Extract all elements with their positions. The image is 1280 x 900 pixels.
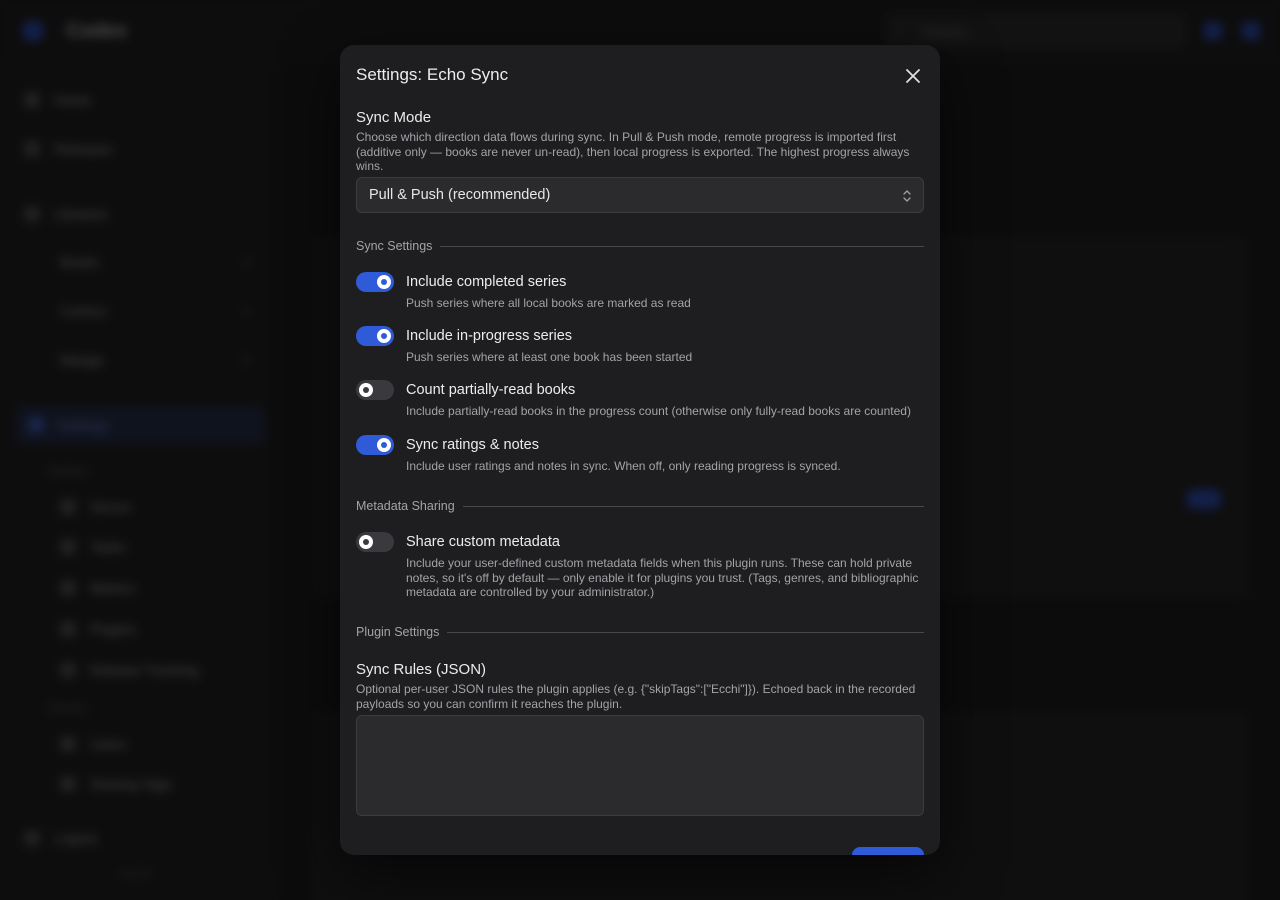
sync-rules-description: Optional per-user JSON rules the plugin …: [356, 682, 916, 711]
close-button[interactable]: [902, 65, 924, 87]
count-partially-read-toggle[interactable]: [356, 380, 394, 400]
share-custom-metadata-label: Share custom metadata: [406, 534, 560, 550]
sync-settings-divider: Sync Settings: [356, 239, 924, 253]
sync-ratings-notes-toggle[interactable]: [356, 435, 394, 455]
sync-rules-label: Sync Rules (JSON): [356, 661, 487, 678]
include-completed-toggle[interactable]: [356, 272, 394, 292]
sync-mode-description: Choose which direction data flows during…: [356, 130, 910, 173]
include-completed-label: Include completed series: [406, 274, 567, 290]
toggle-knob: [359, 383, 373, 397]
toggle-knob: [377, 438, 391, 452]
sync-settings-heading: Sync Settings: [356, 239, 433, 253]
toggle-knob: [377, 275, 391, 289]
sync-mode-select[interactable]: Pull & Push (recommended): [356, 177, 924, 213]
chevron-up-down-icon: [903, 190, 911, 202]
count-partially-read-label: Count partially-read books: [406, 382, 576, 398]
count-partially-read-description: Include partially-read books in the prog…: [406, 404, 911, 418]
metadata-sharing-divider: Metadata Sharing: [356, 499, 924, 513]
plugin-settings-heading: Plugin Settings: [356, 625, 440, 639]
plugin-settings-modal: Settings: Echo Sync Sync Mode Choose whi…: [340, 45, 940, 855]
sync-mode-selected-value: Pull & Push (recommended): [369, 187, 551, 203]
sync-ratings-notes-label: Sync ratings & notes: [406, 437, 539, 453]
share-custom-metadata-description: Include your user-defined custom metadat…: [406, 556, 919, 599]
save-button[interactable]: [852, 847, 924, 855]
modal-title: Settings: Echo Sync: [356, 65, 509, 84]
toggle-knob: [377, 329, 391, 343]
sync-mode-label: Sync Mode: [356, 109, 432, 126]
include-in-progress-label: Include in-progress series: [406, 328, 573, 344]
plugin-settings-divider: Plugin Settings: [356, 625, 924, 639]
include-completed-description: Push series where all local books are ma…: [406, 296, 691, 310]
divider-line: [462, 505, 924, 507]
sync-rules-textarea[interactable]: [356, 715, 924, 816]
close-icon: [906, 69, 920, 83]
include-in-progress-description: Push series where at least one book has …: [406, 350, 693, 364]
share-custom-metadata-toggle[interactable]: [356, 532, 394, 552]
metadata-sharing-heading: Metadata Sharing: [356, 499, 455, 513]
sync-ratings-notes-description: Include user ratings and notes in sync. …: [406, 459, 841, 473]
include-in-progress-toggle[interactable]: [356, 326, 394, 346]
toggle-knob: [359, 535, 373, 549]
divider-line: [447, 631, 924, 633]
divider-line: [440, 245, 924, 247]
